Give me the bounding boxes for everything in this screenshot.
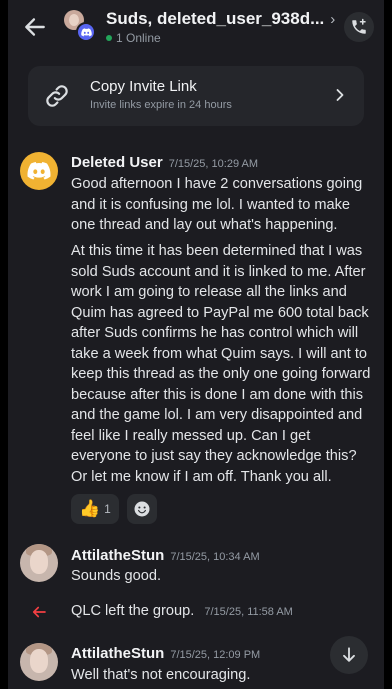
online-status: 1 Online [106, 31, 161, 45]
arrow-down-icon [343, 647, 355, 662]
invite-title: Copy Invite Link [90, 78, 197, 95]
discord-logo-icon [27, 162, 51, 180]
timestamp: 7/15/25, 10:29 AM [168, 158, 259, 170]
discord-logo-icon [76, 22, 96, 42]
author-name[interactable]: AttilatheStun [71, 645, 164, 662]
system-event: QLC left the group. [71, 603, 195, 619]
avatar-face [30, 649, 48, 673]
system-text: QLC left the group. 7/15/25, 11:58 AM [71, 603, 293, 619]
message-text: Good afternoon I have 2 conversations go… [71, 176, 363, 233]
message-meta: AttilatheStun 7/15/25, 10:34 AM [71, 547, 260, 564]
phone-add-icon [352, 18, 366, 34]
thumbs-up-icon: 👍 [79, 499, 101, 518]
call-button[interactable] [344, 12, 374, 42]
left-border [0, 0, 8, 689]
message-text: Well that's not encouraging. [71, 667, 251, 683]
copy-invite-link-card[interactable]: Copy Invite Link Invite links expire in … [28, 66, 364, 126]
reaction-count: 1 [104, 502, 111, 516]
chat-title: Suds, deleted_user_938d... [106, 9, 325, 28]
leave-arrow-icon [32, 606, 46, 618]
back-arrow-icon[interactable] [22, 14, 48, 40]
avatar[interactable] [20, 544, 58, 582]
message-meta: AttilatheStun 7/15/25, 12:09 PM [71, 645, 260, 662]
avatar-face [30, 550, 48, 574]
message-meta: Deleted User 7/15/25, 10:29 AM [71, 154, 258, 171]
avatar[interactable] [20, 643, 58, 681]
dm-group-chat: Suds, deleted_user_938d... › 1 Online Co… [8, 0, 384, 689]
reactions: 👍 1 [71, 494, 157, 524]
group-avatar[interactable] [64, 10, 96, 42]
timestamp: 7/15/25, 11:58 AM [204, 606, 293, 618]
author-name[interactable]: Deleted User [71, 154, 163, 171]
reaction-thumbs-up[interactable]: 👍 1 [71, 494, 119, 524]
timestamp: 7/15/25, 10:34 AM [170, 551, 260, 563]
jump-to-bottom-button[interactable] [330, 636, 368, 674]
right-border [384, 0, 392, 689]
link-icon [46, 85, 68, 107]
online-count: 1 Online [116, 31, 161, 45]
chevron-right-icon [336, 89, 344, 101]
message-text: Sounds good. [71, 568, 162, 584]
chevron-right-icon: › [330, 10, 336, 28]
chat-title-row[interactable]: Suds, deleted_user_938d... › [106, 9, 335, 29]
author-name[interactable]: AttilatheStun [71, 547, 164, 564]
avatar[interactable] [20, 152, 58, 190]
timestamp: 7/15/25, 12:09 PM [170, 649, 261, 661]
smiley-icon [134, 501, 150, 517]
add-reaction-button[interactable] [126, 494, 157, 524]
invite-subtitle: Invite links expire in 24 hours [90, 99, 232, 111]
system-message: QLC left the group. 7/15/25, 11:58 AM [8, 600, 384, 624]
online-dot-icon [106, 35, 112, 41]
message-text: At this time it has been determined that… [71, 243, 371, 485]
chat-header: Suds, deleted_user_938d... › 1 Online [8, 0, 384, 52]
